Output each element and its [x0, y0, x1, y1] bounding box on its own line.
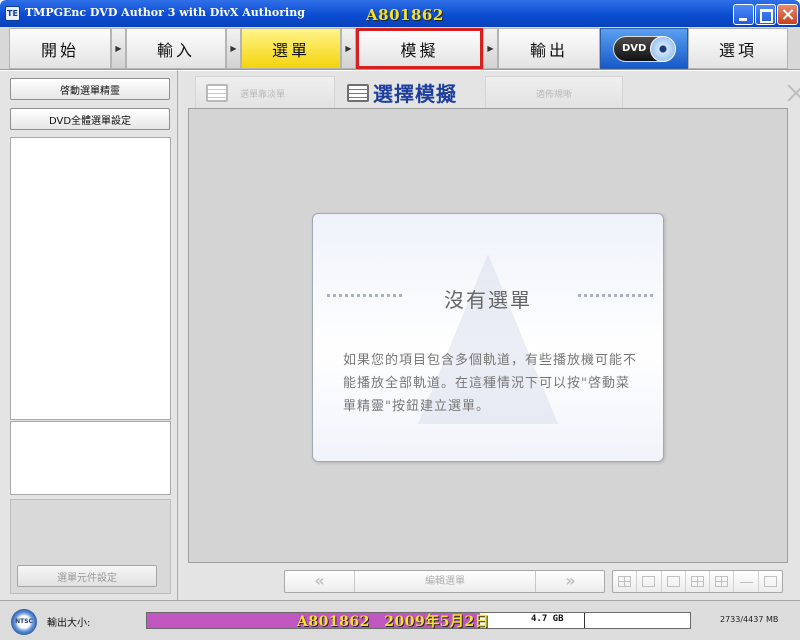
message-title: 沒有選單	[444, 288, 532, 312]
safe-area-icon	[642, 576, 656, 587]
disc-icon	[650, 35, 676, 62]
ntsc-icon: NTSC	[11, 609, 37, 635]
nav-step-simulate[interactable]: 模擬	[356, 28, 483, 69]
step-arrow-icon: ▶	[341, 28, 356, 69]
align-tool-button[interactable]	[662, 571, 686, 592]
copy-tool-button[interactable]	[759, 571, 782, 592]
menu-element-settings-button[interactable]: 選單元件設定	[17, 565, 157, 587]
dvd-label: DVD	[622, 43, 647, 54]
table-icon	[715, 576, 729, 587]
menu-list[interactable]	[10, 137, 171, 420]
nav-step-menu[interactable]: 選單	[241, 28, 341, 69]
nav-step-start[interactable]: 開始	[9, 28, 111, 69]
size-ratio: 2733/4437 MB	[720, 615, 779, 624]
status-bar: NTSC 輸出大小: A801862 2009年5月2日 4.7 GB 2733…	[0, 600, 800, 640]
nav-step-input[interactable]: 輸入	[126, 28, 226, 69]
snap-icon	[690, 576, 704, 587]
message-body: 如果您的項目包含多個軌道，有些播放機可能不能播放全部軌道。在這種情況下可以按"啓…	[343, 353, 638, 414]
previous-button[interactable]: «	[285, 571, 355, 592]
step-arrow-icon: ▶	[483, 28, 498, 69]
edit-menu-button[interactable]: 編輯選單	[355, 571, 535, 592]
stretch-arrow-icon	[739, 582, 753, 583]
stretch-tool-button[interactable]	[734, 571, 759, 592]
step-arrow-icon: ▶	[111, 28, 126, 69]
menu-wizard-button[interactable]: 啓動選單精靈	[10, 78, 170, 100]
step-navigation: 開始 ▶ 輸入 ▶ 選單 ▶ 模擬 ▶ 輸出 DVD 選項	[0, 27, 800, 70]
grid-tool-button[interactable]	[613, 571, 638, 592]
capacity-marker	[584, 613, 585, 628]
preview-canvas: 沒有選單 如果您的項目包含多個軌道，有些播放機可能不能播放全部軌道。在這種情況下…	[188, 108, 788, 563]
date-watermark: A801862 2009年5月2日	[297, 614, 490, 630]
output-size-label: 輸出大小:	[47, 618, 91, 629]
copy-icon	[763, 576, 777, 587]
menu-navigation-controls: « 編輯選單 »	[284, 570, 605, 593]
tab-simulate[interactable]: 選擇模擬	[341, 76, 481, 109]
app-icon[interactable]: TE	[5, 6, 20, 21]
tab-simulate-label: 選擇模擬	[373, 82, 457, 106]
menu-icon	[347, 83, 369, 102]
layout-tools	[612, 570, 783, 593]
divider-dots	[578, 294, 653, 297]
next-button[interactable]: »	[535, 571, 605, 592]
tab-edit-menu[interactable]: 選單靠淡單	[195, 76, 335, 109]
global-menu-settings-button[interactable]: DVD全體選單設定	[10, 108, 170, 130]
nav-options-button[interactable]: 選項	[688, 28, 788, 69]
maximize-button[interactable]	[755, 4, 776, 25]
table-tool-button[interactable]	[710, 571, 735, 592]
main-area: 選單靠淡單 選擇模擬 適佈規晰 沒有選單 如果您的項目包含多個軌道，有些播放機可…	[178, 71, 800, 600]
disc-capacity-bar: A801862 2009年5月2日 4.7 GB	[146, 612, 691, 630]
list-icon	[206, 84, 228, 102]
safe-area-button[interactable]	[637, 571, 662, 592]
expand-icon	[787, 84, 800, 102]
minimize-button[interactable]	[733, 4, 754, 25]
capacity-label: 4.7 GB	[531, 614, 564, 624]
no-menu-message-card: 沒有選單 如果您的項目包含多個軌道，有些播放機可能不能播放全部軌道。在這種情況下…	[312, 213, 664, 462]
step-arrow-icon: ▶	[226, 28, 241, 69]
tab-preview-label: 適佈規晰	[536, 89, 573, 100]
window-title: TMPGEnc DVD Author 3 with DivX Authoring	[25, 6, 305, 19]
nav-step-output[interactable]: 輸出	[498, 28, 600, 69]
divider-dots	[327, 294, 402, 297]
view-tabs: 選單靠淡單 選擇模擬 適佈規晰	[190, 76, 790, 109]
tab-edit-label: 選單靠淡單	[240, 89, 286, 100]
close-button[interactable]	[777, 4, 798, 25]
menu-item-list[interactable]	[10, 421, 171, 495]
grid-icon	[618, 576, 632, 587]
dvd-format-button[interactable]: DVD	[600, 28, 688, 69]
align-icon	[666, 576, 680, 587]
tab-preview[interactable]: 適佈規晰	[485, 76, 623, 109]
title-bar: TE TMPGEnc DVD Author 3 with DivX Author…	[0, 0, 800, 27]
dvd-logo-icon: DVD	[613, 35, 676, 62]
watermark-text: A801862	[366, 6, 444, 24]
snap-tool-button[interactable]	[686, 571, 711, 592]
left-panel: 啓動選單精靈 DVD全體選單設定 選單元件設定	[0, 71, 178, 600]
